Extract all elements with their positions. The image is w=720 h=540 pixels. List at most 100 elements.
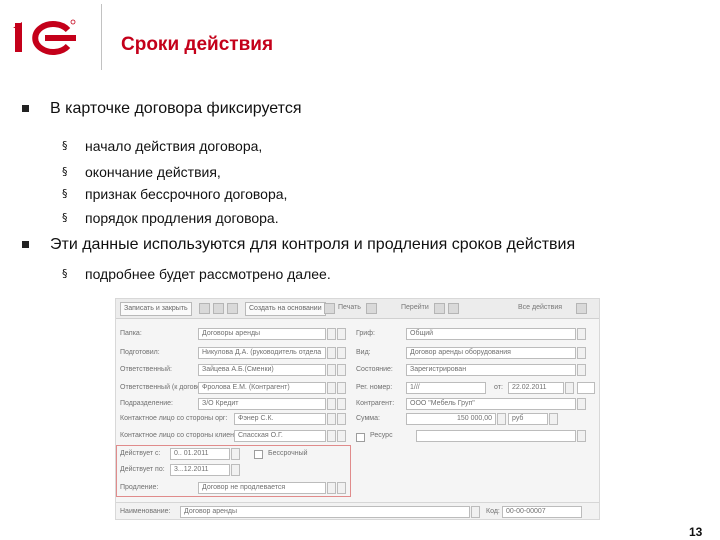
indefinite-label: Бессрочный <box>268 450 308 457</box>
save-icon[interactable] <box>199 303 210 314</box>
folder-field[interactable]: Договоры аренды <box>198 328 326 340</box>
contact-client-select-icon[interactable] <box>327 430 336 442</box>
resource-label: Ресурс <box>370 432 393 439</box>
bullet-text: Эти данные используются для контроля и п… <box>50 236 576 253</box>
classification-field[interactable]: Общий <box>406 328 576 340</box>
counterparty-field[interactable]: ООО "Мебель Груп" <box>406 398 576 410</box>
responsible-contract-field[interactable]: Фролова Е.М. (Контрагент) <box>198 382 326 394</box>
counterparty-select-icon[interactable] <box>577 398 586 410</box>
start-date-label: Действует с: <box>120 450 161 457</box>
bullet-marker-icon: § <box>62 139 68 152</box>
report-icon[interactable] <box>434 303 445 314</box>
sum-label: Сумма: <box>356 415 380 422</box>
state-field[interactable]: Зарегистрирован <box>406 364 576 376</box>
reg-date-label: от: <box>494 384 503 391</box>
responsible-search-icon[interactable] <box>337 364 346 376</box>
status-icon[interactable] <box>366 303 377 314</box>
contact-client-search-icon[interactable] <box>337 430 346 442</box>
department-label: Подразделение: <box>120 400 173 407</box>
contact-org-select-icon[interactable] <box>327 413 336 425</box>
code-label: Код: <box>486 508 500 515</box>
type-label: Вид: <box>356 349 371 356</box>
name-select-icon[interactable] <box>471 506 480 518</box>
bullet-sub-text: подробнее будет рассмотрено далее. <box>85 266 331 282</box>
responsible-contract-search-icon[interactable] <box>337 382 346 394</box>
contact-client-label: Контактное лицо со стороны клиента: <box>120 432 243 439</box>
prepared-select-icon[interactable] <box>327 347 336 359</box>
type-select-icon[interactable] <box>577 347 586 359</box>
renewal-select-icon[interactable] <box>327 482 336 494</box>
resource-checkbox[interactable] <box>356 433 365 442</box>
currency-select-icon[interactable] <box>549 413 558 425</box>
reg-date-field[interactable]: 22.02.2011 <box>508 382 564 394</box>
renewal-label: Продление: <box>120 484 159 491</box>
renewal-field[interactable]: Договор не продлевается <box>198 482 326 494</box>
contract-form-screenshot: Записать и закрыть Создать на основании … <box>115 298 600 520</box>
bullet-sub-text: признак бессрочного договора, <box>85 186 288 202</box>
end-date-field[interactable]: 3...12.2011 <box>170 464 230 476</box>
prepared-field[interactable]: Никулова Д.А. (руководитель отдела <box>198 347 326 359</box>
state-select-icon[interactable] <box>577 364 586 376</box>
create-based-button[interactable]: Создать на основании <box>245 302 326 316</box>
bullet-text: В карточке договора фиксируется <box>50 100 302 117</box>
contact-org-label: Контактное лицо со стороны орг: <box>120 415 228 422</box>
print-icon[interactable] <box>324 303 335 314</box>
contact-client-field[interactable]: Спасская О.Г. <box>234 430 326 442</box>
slide-title: Сроки действия <box>121 34 274 55</box>
classification-select-icon[interactable] <box>577 328 586 340</box>
reg-extra-field[interactable] <box>577 382 595 394</box>
responsible-select-icon[interactable] <box>327 364 336 376</box>
responsible-label: Ответственный: <box>120 366 172 373</box>
type-field[interactable]: Договор аренды оборудования <box>406 347 576 359</box>
state-label: Состояние: <box>356 366 393 373</box>
form-toolbar: Записать и закрыть Создать на основании … <box>116 299 599 319</box>
header-divider <box>101 4 102 70</box>
all-actions-menu[interactable]: Все действия <box>518 304 562 311</box>
responsible-contract-select-icon[interactable] <box>327 382 336 394</box>
resource-field[interactable] <box>416 430 576 442</box>
contact-org-search-icon[interactable] <box>337 413 346 425</box>
indefinite-checkbox[interactable] <box>254 450 263 459</box>
bullet-sub-text: окончание действия, <box>85 164 221 180</box>
folder-label: Папка: <box>120 330 142 337</box>
bullet-square-icon <box>22 241 29 248</box>
responsible-field[interactable]: Зайцева А.Б.(Сменки) <box>198 364 326 376</box>
department-select-icon[interactable] <box>327 398 336 410</box>
start-date-field[interactable]: 0.. 01.2011 <box>170 448 230 460</box>
help-icon[interactable] <box>576 303 587 314</box>
department-field[interactable]: З/О Кредит <box>198 398 326 410</box>
sum-field[interactable]: 150 000,00 <box>406 413 496 425</box>
contact-org-field[interactable]: Фэнер С.К. <box>234 413 326 425</box>
go-menu[interactable]: Перейти <box>401 304 429 311</box>
code-field[interactable]: 00-00-00007 <box>502 506 582 518</box>
bullet-square-icon <box>22 105 29 112</box>
copy-icon[interactable] <box>213 303 224 314</box>
print-menu[interactable]: Печать <box>338 304 361 311</box>
currency-field[interactable]: руб <box>508 413 548 425</box>
folder-search-icon[interactable] <box>337 328 346 340</box>
reg-number-field[interactable]: 1/// <box>406 382 486 394</box>
classification-label: Гриф: <box>356 330 375 337</box>
bullet-marker-icon: § <box>62 187 68 200</box>
folder-select-icon[interactable] <box>327 328 336 340</box>
link-icon[interactable] <box>448 303 459 314</box>
save-close-button[interactable]: Записать и закрыть <box>120 302 192 316</box>
reg-number-label: Рег. номер: <box>356 384 393 391</box>
name-label: Наименование: <box>120 508 171 515</box>
resource-select-icon[interactable] <box>577 430 586 442</box>
renewal-search-icon[interactable] <box>337 482 346 494</box>
bullet-sub-text: порядок продления договора. <box>85 210 279 226</box>
prepared-search-icon[interactable] <box>337 347 346 359</box>
prepared-label: Подготовил: <box>120 349 160 356</box>
sum-calc-icon[interactable] <box>497 413 506 425</box>
start-date-calendar-icon[interactable] <box>231 448 240 460</box>
attach-icon[interactable] <box>227 303 238 314</box>
name-field[interactable]: Договор аренды <box>180 506 470 518</box>
end-date-label: Действует по: <box>120 466 165 473</box>
page-number: 13 <box>689 525 703 539</box>
bullet-sub-text: начало действия договора, <box>85 138 263 154</box>
reg-date-calendar-icon[interactable] <box>565 382 574 394</box>
department-search-icon[interactable] <box>337 398 346 410</box>
1c-logo <box>13 19 76 55</box>
end-date-calendar-icon[interactable] <box>231 464 240 476</box>
